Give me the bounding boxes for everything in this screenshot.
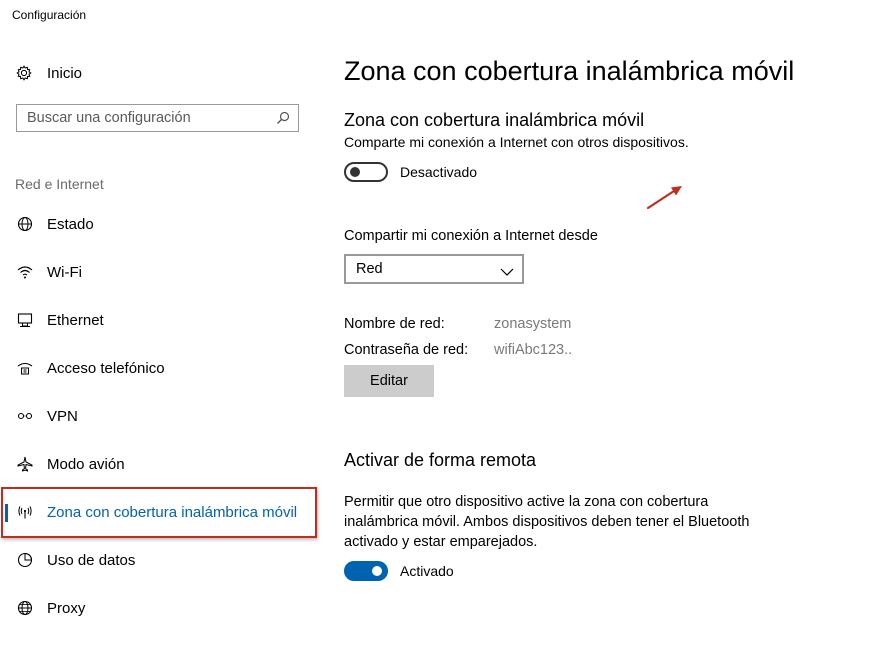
sidebar-item-proxy[interactable]: Proxy	[0, 588, 320, 628]
sidebar-item-modo-avion[interactable]: Modo avión	[0, 444, 320, 484]
sidebar-item-uso-de-datos[interactable]: Uso de datos	[0, 540, 320, 580]
ethernet-icon	[16, 311, 34, 329]
sidebar-item-label: Ethernet	[47, 311, 104, 329]
remote-toggle-row: Activado	[344, 561, 454, 581]
dialup-icon	[16, 359, 34, 377]
sidebar-item-label: Wi-Fi	[47, 263, 82, 281]
sidebar-item-label: Acceso telefónico	[47, 359, 165, 377]
hotspot-heading: Zona con cobertura inalámbrica móvil	[344, 110, 645, 130]
sidebar: Inicio Red e Internet Estado Wi-Fi Ether…	[0, 0, 330, 660]
sidebar-item-acceso-telefonico[interactable]: Acceso telefónico	[0, 348, 320, 388]
search-input[interactable]	[17, 105, 277, 131]
page-title: Zona con cobertura inalámbrica móvil	[344, 56, 795, 86]
remote-toggle-label: Activado	[400, 563, 454, 579]
annotation-arrow-icon	[646, 186, 682, 210]
toggle-knob	[350, 167, 360, 177]
network-name-label: Nombre de red:	[344, 316, 445, 332]
sidebar-item-label: VPN	[47, 407, 78, 425]
remote-heading: Activar de forma remota	[344, 450, 537, 470]
airplane-icon	[16, 455, 34, 473]
sidebar-item-ethernet[interactable]: Ethernet	[0, 300, 320, 340]
dropdown-value: Red	[356, 261, 383, 277]
sidebar-item-label: Estado	[47, 215, 94, 233]
share-from-dropdown[interactable]: Red	[344, 254, 524, 284]
toggle-knob	[372, 566, 382, 576]
sidebar-item-label: Proxy	[47, 599, 86, 617]
sidebar-item-label: Modo avión	[47, 455, 125, 473]
hotspot-icon	[16, 503, 34, 521]
globe-network-icon	[16, 215, 34, 233]
main-content: Zona con cobertura inalámbrica móvil Zon…	[344, 0, 864, 660]
edit-button[interactable]: Editar	[344, 365, 434, 397]
search-icon[interactable]	[276, 111, 290, 125]
chevron-down-icon	[500, 264, 514, 276]
sidebar-item-label: Uso de datos	[47, 551, 136, 569]
vpn-icon	[16, 407, 34, 425]
sidebar-item-wifi[interactable]: Wi-Fi	[0, 252, 320, 292]
sidebar-item-zona-cobertura[interactable]: Zona con cobertura inalámbrica móvil	[0, 492, 320, 532]
network-password-label: Contraseña de red:	[344, 342, 469, 358]
share-from-label: Compartir mi conexión a Internet desde	[344, 228, 598, 244]
hotspot-toggle-row: Desactivado	[344, 162, 477, 182]
hotspot-toggle-label: Desactivado	[400, 164, 478, 180]
globe-icon	[16, 599, 34, 617]
network-name-value: zonasystem	[494, 316, 572, 332]
section-label: Red e Internet	[15, 176, 104, 192]
search-box[interactable]	[16, 104, 299, 132]
home-label: Inicio	[47, 64, 83, 82]
remote-toggle[interactable]	[344, 561, 388, 581]
home-link[interactable]: Inicio	[15, 62, 82, 84]
sidebar-item-label: Zona con cobertura inalámbrica móvil	[47, 503, 298, 521]
network-password-value: wifiAbc123..	[494, 342, 573, 358]
remote-description: Permitir que otro dispositivo active la …	[344, 494, 750, 550]
data-usage-icon	[16, 551, 34, 569]
gear-icon	[15, 64, 33, 82]
hotspot-toggle[interactable]	[344, 162, 388, 182]
hotspot-description: Comparte mi conexión a Internet con otro…	[344, 134, 689, 150]
wifi-icon	[16, 263, 34, 281]
active-indicator	[5, 504, 8, 522]
sidebar-item-vpn[interactable]: VPN	[0, 396, 320, 436]
sidebar-item-estado[interactable]: Estado	[0, 204, 320, 244]
